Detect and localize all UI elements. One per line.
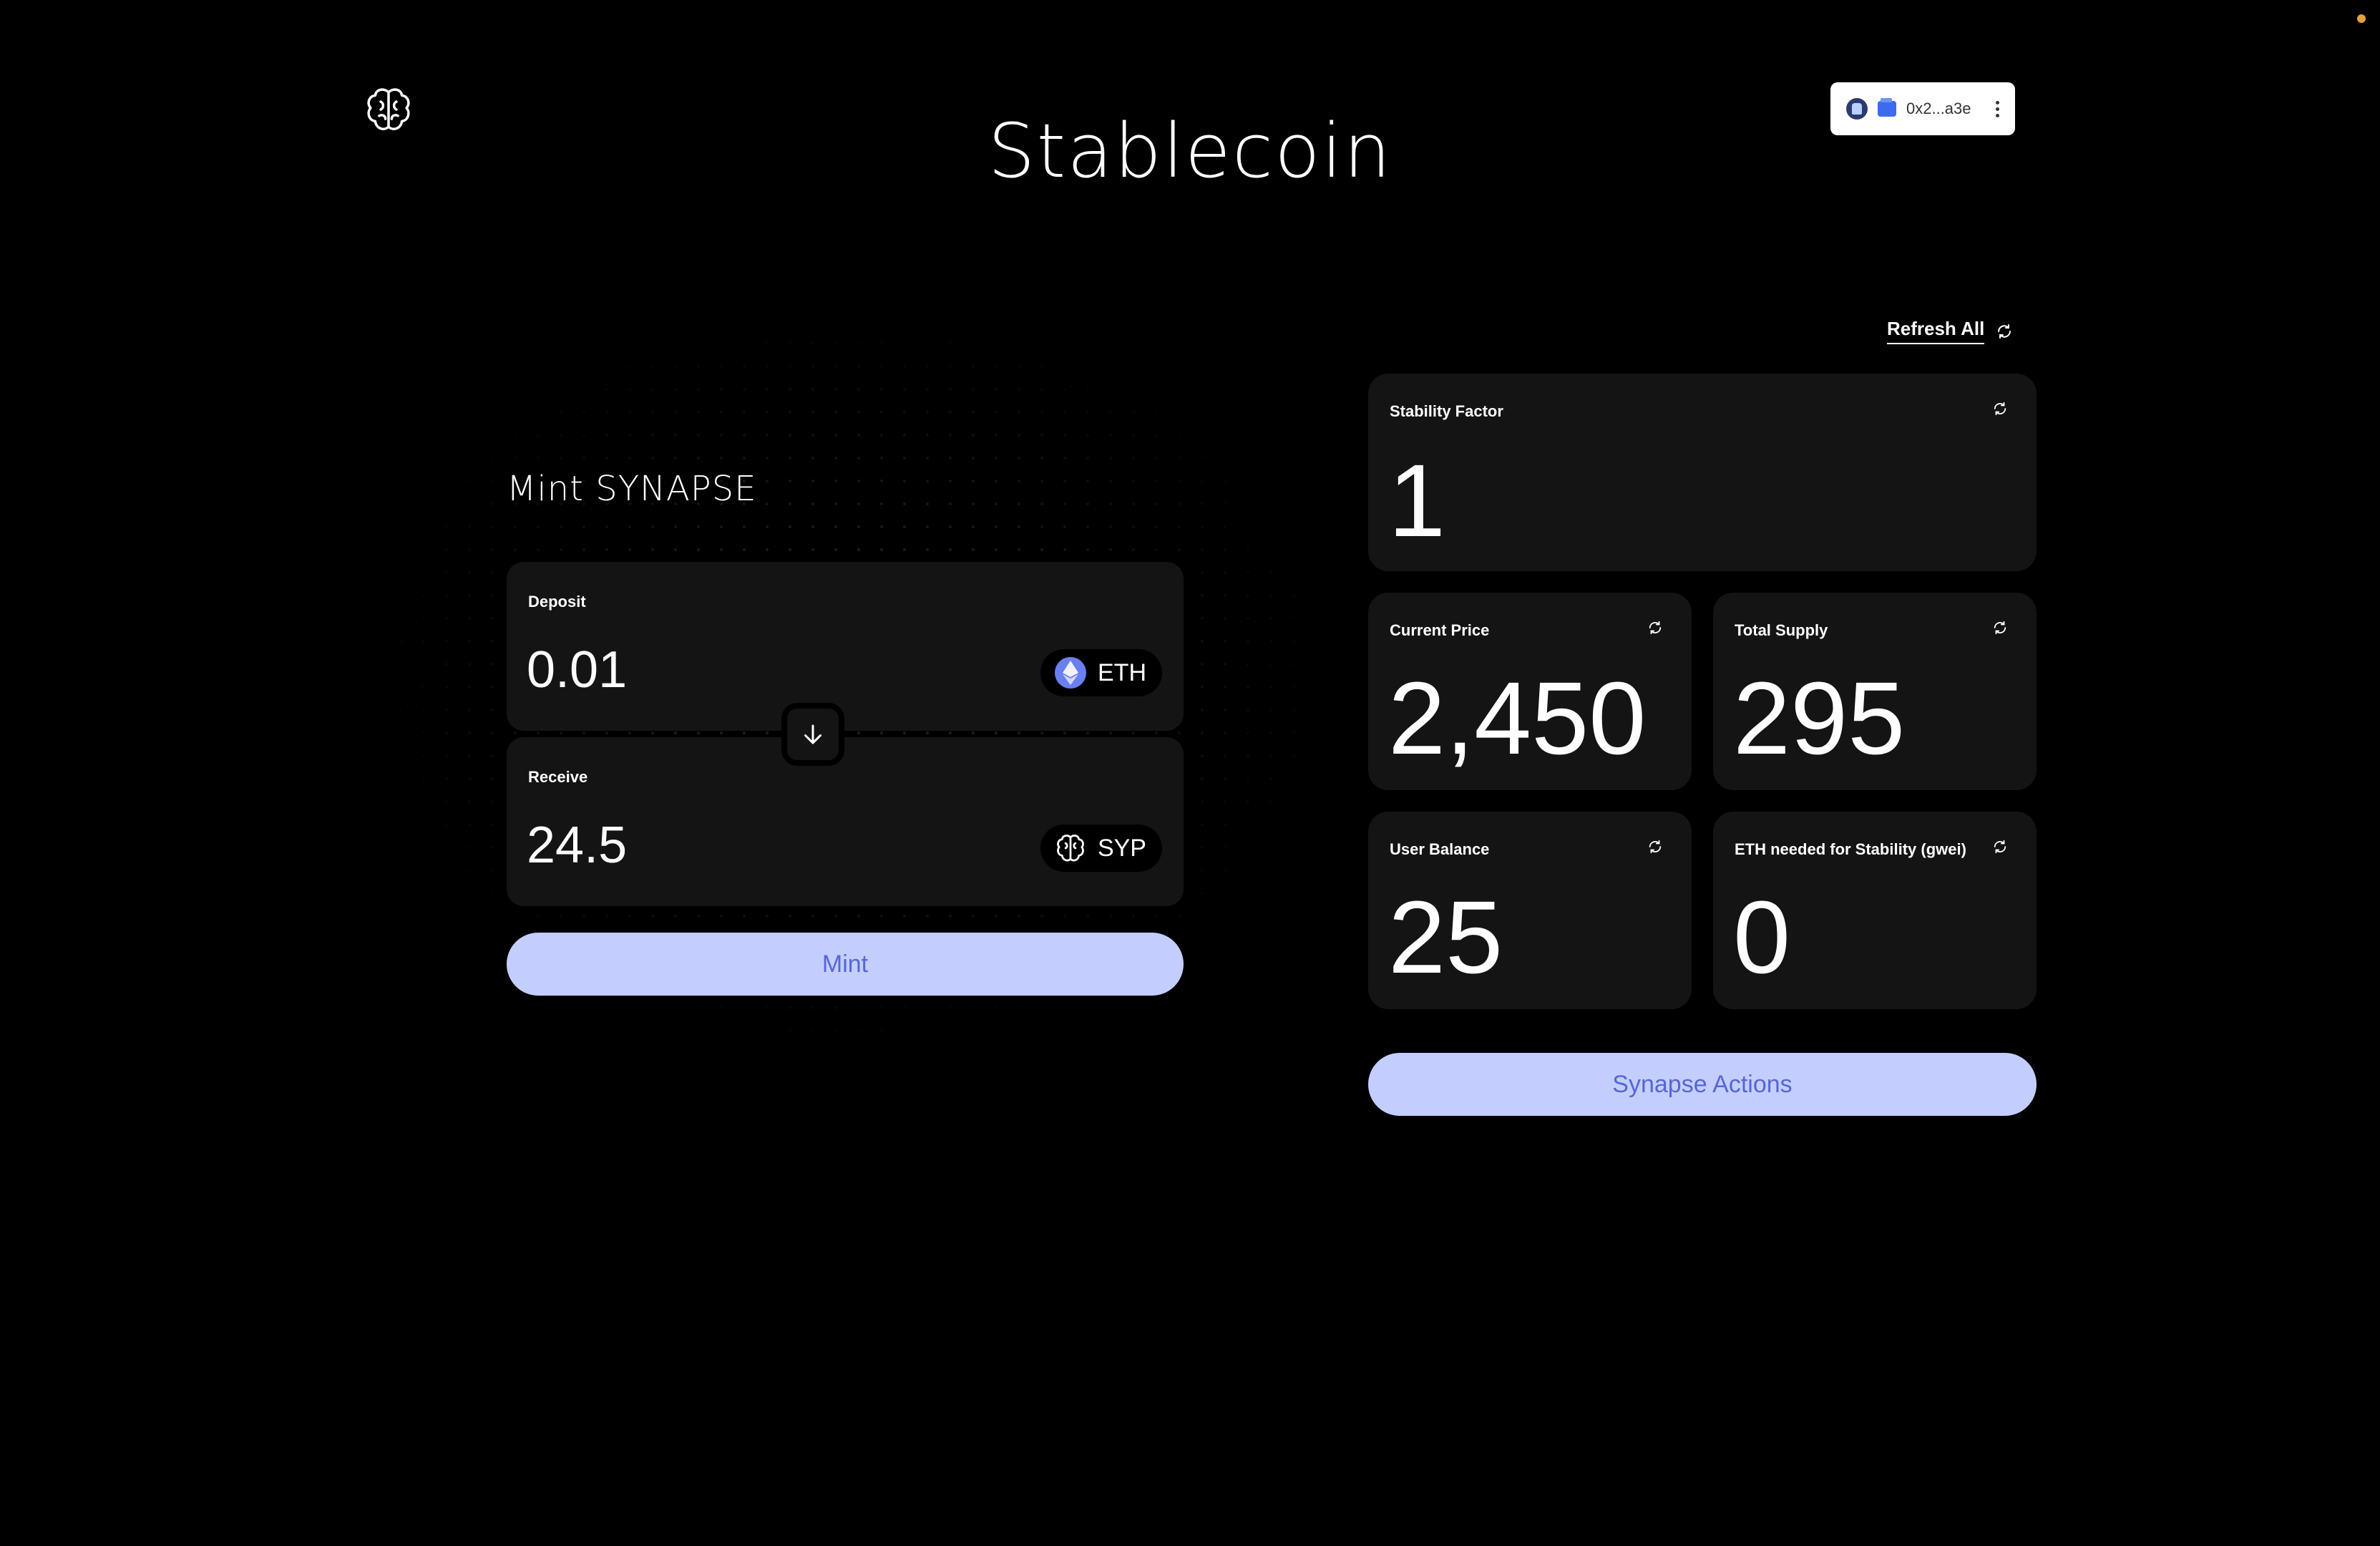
current-price-card: Current Price 2,450 (1368, 593, 1692, 790)
synapse-actions-button[interactable]: Synapse Actions (1368, 1053, 2037, 1116)
wallet-icon (1878, 98, 1896, 117)
page-title: Stablecoin (987, 107, 1393, 195)
refresh-icon[interactable] (1992, 401, 2008, 420)
refresh-icon[interactable] (1647, 839, 1663, 858)
deposit-card: Deposit 0.01 ETH (507, 562, 1184, 731)
total-supply-label: Total Supply (1735, 621, 1828, 639)
refresh-icon[interactable] (1647, 620, 1663, 639)
kebab-menu-icon[interactable] (1996, 100, 1999, 117)
swap-direction-button[interactable] (781, 703, 844, 766)
eth-needed-card: ETH needed for Stability (gwei) 0 (1713, 812, 2037, 1009)
wallet-address: 0x2...a3e (1906, 99, 1971, 117)
wallet-avatar (1846, 98, 1868, 120)
mint-button[interactable]: Mint (507, 933, 1184, 996)
deposit-amount-input[interactable]: 0.01 (527, 641, 627, 699)
eth-needed-value: 0 (1733, 880, 1791, 995)
receive-card: Receive 24.5 SYP (507, 737, 1184, 906)
stability-factor-card: Stability Factor 1 (1368, 374, 2037, 571)
syp-token-icon (1055, 832, 1086, 864)
refresh-icon (1998, 324, 2011, 339)
stability-factor-label: Stability Factor (1390, 402, 1503, 420)
user-balance-label: User Balance (1390, 840, 1490, 858)
eth-needed-label: ETH needed for Stability (gwei) (1735, 840, 1966, 858)
user-balance-card: User Balance 25 (1368, 812, 1692, 1009)
wallet-button[interactable]: 0x2...a3e (1830, 82, 2015, 135)
receive-label: Receive (528, 768, 588, 786)
mint-title: Mint SYNAPSE (507, 469, 757, 509)
current-price-label: Current Price (1390, 621, 1490, 639)
arrow-down-icon (804, 724, 821, 744)
deposit-label: Deposit (528, 593, 586, 611)
page: Stablecoin 0x2...a3e Mint SYNAPSE Deposi… (0, 0, 2380, 1546)
current-price-value: 2,450 (1388, 661, 1647, 776)
user-balance-value: 25 (1388, 880, 1503, 995)
refresh-all-label: Refresh All (1887, 318, 1985, 344)
total-supply-value: 295 (1733, 661, 1906, 776)
refresh-icon[interactable] (1992, 620, 2008, 639)
receive-token-selector[interactable]: SYP (1040, 825, 1162, 872)
deposit-token-label: ETH (1098, 658, 1146, 686)
deposit-token-selector[interactable]: ETH (1040, 649, 1162, 696)
refresh-icon[interactable] (1992, 839, 2008, 858)
receive-token-label: SYP (1097, 834, 1146, 862)
notification-dot (2357, 14, 2366, 23)
stability-factor-value: 1 (1388, 443, 1446, 558)
refresh-all-button[interactable]: Refresh All (1887, 318, 2013, 344)
total-supply-card: Total Supply 295 (1713, 593, 2037, 790)
receive-amount: 24.5 (527, 817, 628, 874)
eth-icon (1055, 657, 1086, 689)
